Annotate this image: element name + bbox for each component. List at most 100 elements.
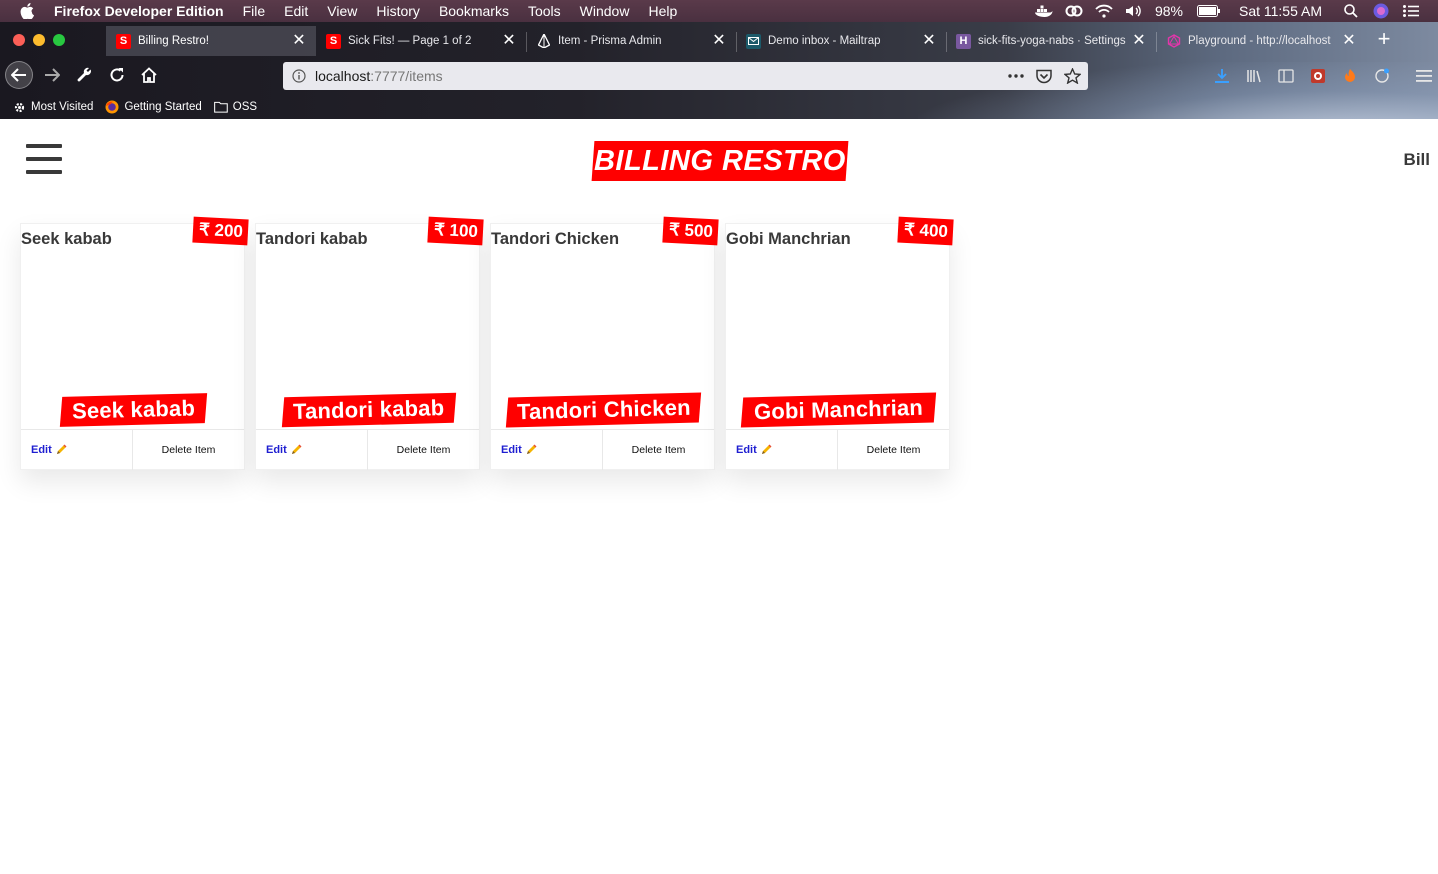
menu-view[interactable]: View xyxy=(327,3,357,19)
close-tab-icon[interactable]: ✕ xyxy=(502,33,516,49)
item-title[interactable]: Gobi Manchrian xyxy=(726,230,851,249)
home-button[interactable] xyxy=(135,61,163,89)
close-tab-icon[interactable]: ✕ xyxy=(1342,33,1356,49)
tab-label: sick-fits-yoga-nabs · Settings xyxy=(978,35,1126,47)
menu-file[interactable]: File xyxy=(243,3,266,19)
delete-item-button[interactable]: Delete Item xyxy=(603,430,714,470)
bookmark-getting-started[interactable]: Getting Started xyxy=(105,100,202,114)
menu-history[interactable]: History xyxy=(376,3,420,19)
menu-bookmarks[interactable]: Bookmarks xyxy=(439,3,509,19)
battery-icon[interactable] xyxy=(1196,4,1221,18)
edit-item-button[interactable]: Edit xyxy=(21,430,133,470)
pocket-icon[interactable] xyxy=(1034,66,1054,86)
tab-label: Sick Fits! — Page 1 of 2 xyxy=(348,35,472,47)
site-info-icon[interactable] xyxy=(292,69,306,83)
creative-cloud-icon[interactable] xyxy=(1065,4,1083,18)
bookmark-label: OSS xyxy=(232,101,258,113)
item-title-banner[interactable]: Tandori Chicken xyxy=(505,392,702,428)
graphql-favicon-icon xyxy=(1166,34,1181,49)
hamburger-menu-icon[interactable] xyxy=(26,144,62,174)
browser-chrome: S Billing Restro! ✕ S Sick Fits! — Page … xyxy=(0,22,1438,119)
siri-icon[interactable] xyxy=(1372,3,1390,19)
item-title-banner[interactable]: Gobi Manchrian xyxy=(740,392,937,428)
tab-heroku-settings[interactable]: H sick-fits-yoga-nabs · Settings ✕ xyxy=(946,26,1156,56)
forward-button[interactable] xyxy=(38,61,66,89)
close-tab-icon[interactable]: ✕ xyxy=(712,33,726,49)
item-price-tag: ₹ 200 xyxy=(192,216,249,246)
menu-help[interactable]: Help xyxy=(648,3,677,19)
new-tab-button[interactable]: + xyxy=(1373,28,1395,50)
sidebar-icon[interactable] xyxy=(1276,66,1296,86)
volume-icon[interactable] xyxy=(1125,4,1143,18)
macos-menu-bar: Firefox Developer Edition File Edit View… xyxy=(0,0,1438,22)
delete-item-button[interactable]: Delete Item xyxy=(133,430,244,470)
pencil-icon xyxy=(761,444,772,454)
notification-center-icon[interactable] xyxy=(1402,4,1420,18)
menu-tools[interactable]: Tools xyxy=(528,3,561,19)
item-title[interactable]: Tandori Chicken xyxy=(491,230,619,249)
item-price-tag: ₹ 500 xyxy=(662,216,719,246)
item-banner-text: Gobi Manchrian xyxy=(753,394,924,425)
downloads-icon[interactable] xyxy=(1212,66,1232,86)
item-title[interactable]: Tandori kabab xyxy=(256,230,368,249)
developer-tools-wrench-icon[interactable] xyxy=(71,61,99,89)
tab-prisma-admin[interactable]: Item - Prisma Admin ✕ xyxy=(526,26,736,56)
folder-icon xyxy=(213,100,228,114)
pencil-icon xyxy=(526,444,537,454)
item-banner-text: Tandori kabab xyxy=(293,395,445,424)
delete-item-button[interactable]: Delete Item xyxy=(368,430,479,470)
delete-item-button[interactable]: Delete Item xyxy=(838,430,949,470)
menu-window[interactable]: Window xyxy=(580,3,630,19)
wifi-icon[interactable] xyxy=(1095,4,1113,18)
firebug-extension-icon[interactable] xyxy=(1340,66,1360,86)
edit-item-button[interactable]: Edit xyxy=(726,430,838,470)
reload-button[interactable] xyxy=(103,61,131,89)
spotlight-search-icon[interactable] xyxy=(1342,4,1360,18)
navigation-toolbar: localhost:7777/items xyxy=(0,58,1438,94)
menu-edit[interactable]: Edit xyxy=(284,3,308,19)
bookmark-folder-oss[interactable]: OSS xyxy=(213,100,258,114)
zoom-window-button[interactable] xyxy=(53,34,65,46)
close-tab-icon[interactable]: ✕ xyxy=(1132,33,1146,49)
edit-label: Edit xyxy=(501,444,522,456)
nav-bill-link[interactable]: Bill xyxy=(1404,150,1430,170)
edit-item-button[interactable]: Edit xyxy=(491,430,603,470)
edit-item-button[interactable]: Edit xyxy=(256,430,368,470)
minimize-window-button[interactable] xyxy=(33,34,45,46)
item-price-tag: ₹ 400 xyxy=(897,216,954,246)
close-tab-icon[interactable]: ✕ xyxy=(922,33,936,49)
back-button[interactable] xyxy=(5,61,33,89)
tab-mailtrap[interactable]: Demo inbox - Mailtrap ✕ xyxy=(736,26,946,56)
close-window-button[interactable] xyxy=(13,34,25,46)
site-logo[interactable]: BILLING RESTRO xyxy=(591,141,849,181)
item-actions: Edit Delete Item xyxy=(256,429,479,470)
url-bar[interactable]: localhost:7777/items xyxy=(283,62,1088,90)
tab-sick-fits[interactable]: S Sick Fits! — Page 1 of 2 ✕ xyxy=(316,26,526,56)
bookmark-star-icon[interactable] xyxy=(1062,66,1082,86)
extension-badge-icon[interactable] xyxy=(1372,66,1392,86)
edit-label: Edit xyxy=(31,444,52,456)
close-tab-icon[interactable]: ✕ xyxy=(292,33,306,49)
item-title-banner[interactable]: Tandori kabab xyxy=(281,392,457,428)
tab-graphql-playground[interactable]: Playground - http://localhost ✕ xyxy=(1156,26,1366,56)
apple-logo-icon[interactable] xyxy=(20,3,34,19)
toolbar-icons xyxy=(1212,66,1438,86)
item-title-banner[interactable]: Seek kabab xyxy=(59,393,208,427)
item-actions: Edit Delete Item xyxy=(21,429,244,470)
menubar-status-area: 98% Sat 11:55 AM xyxy=(1034,0,1438,22)
open-menu-icon[interactable] xyxy=(1414,66,1434,86)
tab-label: Billing Restro! xyxy=(138,35,209,47)
docker-icon[interactable] xyxy=(1034,4,1053,18)
library-icon[interactable] xyxy=(1244,66,1264,86)
bookmark-label: Getting Started xyxy=(124,101,202,113)
clock[interactable]: Sat 11:55 AM xyxy=(1239,3,1322,19)
pencil-icon xyxy=(56,444,67,454)
ublock-extension-icon[interactable] xyxy=(1308,66,1328,86)
item-title[interactable]: Seek kabab xyxy=(21,230,112,249)
bookmark-most-visited[interactable]: Most Visited xyxy=(12,100,93,114)
item-actions: Edit Delete Item xyxy=(491,429,714,470)
menu-app-name[interactable]: Firefox Developer Edition xyxy=(54,3,224,19)
page-actions-icon[interactable] xyxy=(1006,66,1026,86)
item-actions: Edit Delete Item xyxy=(726,429,949,470)
tab-billing-restro[interactable]: S Billing Restro! ✕ xyxy=(106,26,316,56)
